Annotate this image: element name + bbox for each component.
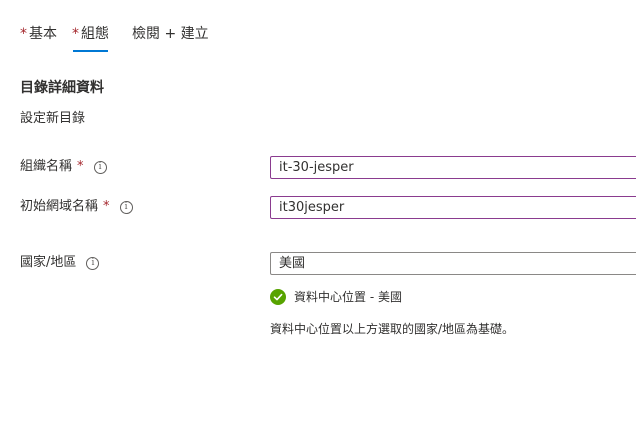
datacenter-status: 資料中心位置 - 美國 (270, 288, 402, 306)
tab-review-create-label: 檢閱 + 建立 (132, 26, 209, 42)
required-marker: * (103, 199, 110, 214)
active-tab-indicator (73, 50, 108, 52)
section-title: 目錄詳細資料 (20, 80, 104, 96)
info-icon[interactable]: i (86, 256, 100, 270)
domain-name-label: 初始網域名稱 (20, 199, 99, 214)
required-marker: * (77, 159, 84, 174)
org-name-input[interactable] (270, 156, 636, 179)
org-name-label: 組織名稱 (20, 159, 73, 174)
info-icon[interactable]: i (93, 160, 107, 174)
country-select[interactable]: 美國 (270, 252, 636, 275)
checkmark-circle-icon (270, 289, 286, 305)
country-select-value: 美國 (279, 256, 306, 271)
required-marker: * (20, 26, 27, 42)
tab-basic[interactable]: * 基本 (20, 24, 57, 44)
section-subtitle: 設定新目錄 (20, 111, 86, 126)
country-label-row: 國家/地區 i (20, 254, 100, 272)
tab-configuration-label: 組態 (81, 26, 109, 42)
tab-review-create[interactable]: 檢閱 + 建立 (132, 24, 209, 44)
datacenter-status-text: 資料中心位置 - 美國 (294, 290, 402, 304)
info-icon[interactable]: i (119, 200, 133, 214)
org-name-label-row: 組織名稱 * i (20, 158, 107, 176)
tab-basic-label: 基本 (29, 26, 57, 42)
domain-name-label-row: 初始網域名稱 * i (20, 198, 133, 216)
required-marker: * (72, 26, 79, 42)
country-label: 國家/地區 (20, 255, 77, 270)
domain-name-input[interactable] (270, 196, 636, 219)
datacenter-help-text: 資料中心位置以上方選取的國家/地區為基礎。 (270, 322, 515, 336)
page: *基本 *組態 檢閱 + 建立 目錄詳細資料 設定新目錄 組織名稱 * i 初始… (0, 0, 636, 437)
tab-configuration[interactable]: * 組態 (72, 24, 109, 44)
